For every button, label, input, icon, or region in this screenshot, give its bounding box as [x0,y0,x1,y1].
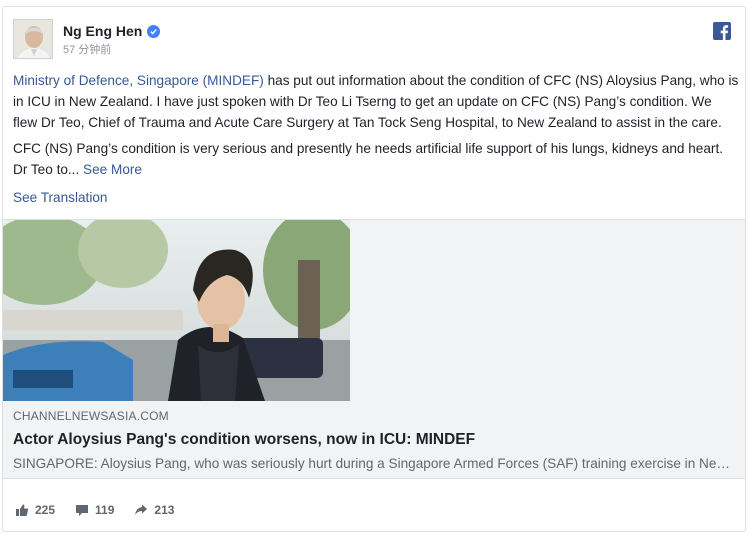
verified-badge-icon [147,24,161,38]
share-count[interactable]: 213 [134,503,174,517]
author-name-text[interactable]: Ng Eng Hen [63,23,142,39]
thumbs-up-icon [16,504,29,516]
mindef-link[interactable]: Ministry of Defence, Singapore (MINDEF) [13,73,264,88]
link-preview[interactable]: CHANNELNEWSASIA.COM Actor Aloysius Pang'… [3,219,745,479]
like-count-text: 225 [35,503,56,517]
post-card: Ng Eng Hen 57 分钟前 Ministry of Defence, S… [2,6,746,532]
author-name[interactable]: Ng Eng Hen [63,23,161,39]
share-icon [135,504,148,515]
comment-count[interactable]: 119 [75,503,114,517]
see-more-link[interactable]: See More [83,162,142,177]
like-count[interactable]: 225 [15,503,55,517]
preview-image[interactable] [3,220,350,401]
preview-domain: CHANNELNEWSASIA.COM [13,409,169,423]
comment-count-text: 119 [95,503,115,517]
share-count-text: 213 [154,503,175,517]
preview-snippet: SINGAPORE: Aloysius Pang, who was seriou… [13,456,737,471]
preview-meta: CHANNELNEWSASIA.COM Actor Aloysius Pang'… [13,409,737,471]
post-text: Ministry of Defence, Singapore (MINDEF) … [13,70,739,185]
facebook-logo-icon[interactable] [713,22,731,40]
see-translation-link[interactable]: See Translation [13,190,107,205]
post-timestamp[interactable]: 57 分钟前 [63,41,111,57]
reactions-bar: 225 119 213 [15,503,174,517]
author-avatar[interactable] [13,19,53,59]
post-paragraph-2: CFC (NS) Pang’s condition is very seriou… [13,138,739,180]
comment-icon [76,505,89,516]
preview-headline[interactable]: Actor Aloysius Pang's condition worsens,… [13,431,737,449]
post-paragraph-1: Ministry of Defence, Singapore (MINDEF) … [13,70,739,133]
